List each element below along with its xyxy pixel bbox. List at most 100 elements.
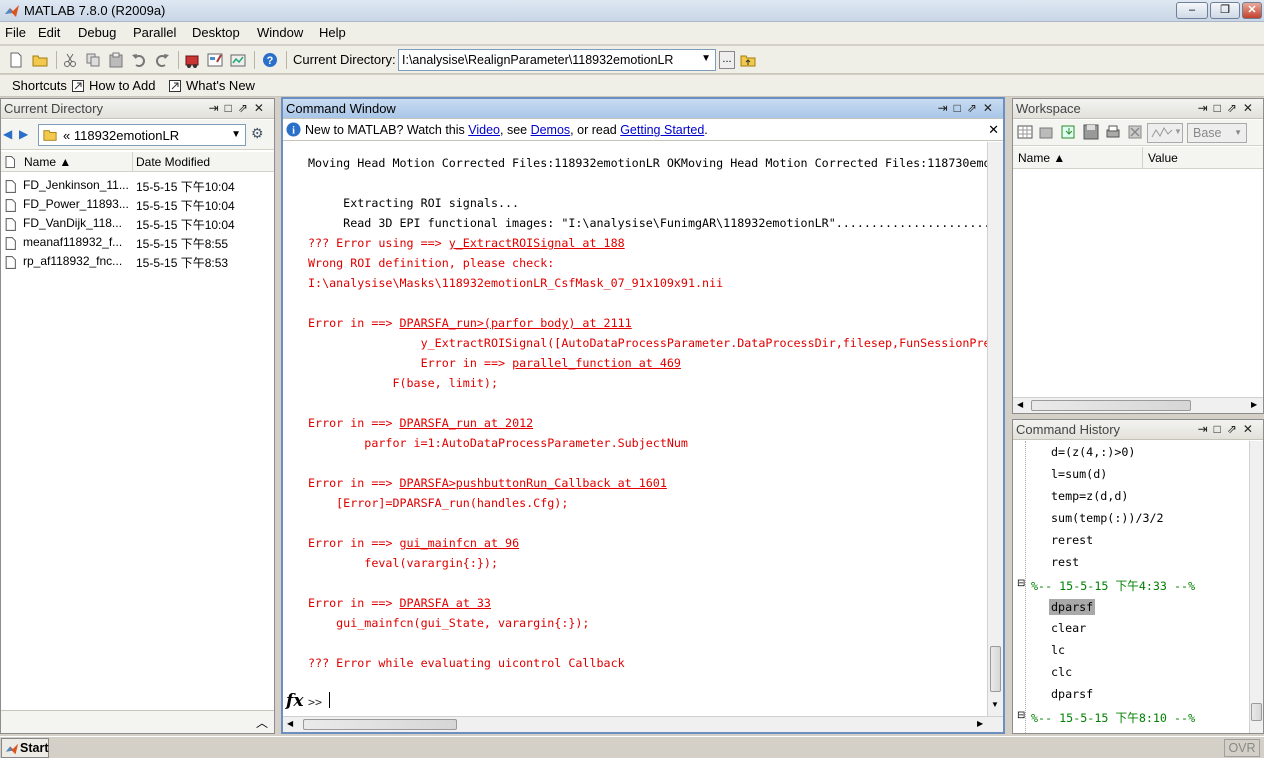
close-button[interactable]: ✕ xyxy=(1242,2,1262,19)
collapse-icon[interactable]: ⊟ xyxy=(1017,578,1025,589)
menu-help[interactable]: Help xyxy=(319,25,346,40)
error-link[interactable]: parallel_function at 469 xyxy=(512,356,681,370)
browse-button[interactable]: ... xyxy=(719,51,735,69)
menu-debug[interactable]: Debug xyxy=(78,25,116,40)
start-button[interactable]: Start xyxy=(1,738,49,758)
whats-new-link[interactable]: What's New xyxy=(186,78,255,93)
history-command[interactable]: dparsf xyxy=(1051,687,1093,701)
copy-icon[interactable] xyxy=(85,52,101,68)
error-link[interactable]: DPARSFA_run>(parfor body) at 2111 xyxy=(399,316,631,330)
history-command[interactable]: rerest xyxy=(1051,533,1093,547)
history-command[interactable]: d=(z(4,:)>0) xyxy=(1051,445,1135,459)
collapse-icon[interactable]: ⊟ xyxy=(1017,710,1025,721)
panel-controls[interactable]: ⇥□⇗✕ xyxy=(938,101,999,115)
up-folder-icon[interactable] xyxy=(740,52,756,68)
forward-arrow-icon[interactable]: ▶ xyxy=(19,127,28,141)
menu-parallel[interactable]: Parallel xyxy=(133,25,176,40)
horizontal-scrollbar[interactable]: ◀ ▶ xyxy=(283,716,1003,732)
minimize-button[interactable]: – xyxy=(1176,2,1208,19)
error-link[interactable]: DPARSFA at 33 xyxy=(399,596,490,610)
history-command[interactable]: temp=z(d,d) xyxy=(1051,489,1128,503)
dir-path-combo[interactable]: « 118932emotionLR ▼ xyxy=(38,124,246,146)
current-dir-combo[interactable]: I:\analysise\RealignParameter\118932emot… xyxy=(398,49,716,71)
line-text: gui_mainfcn(gui_State, varargin{:}); xyxy=(308,616,590,630)
file-name[interactable]: FD_Jenkinson_11... xyxy=(23,178,129,192)
scroll-right-icon[interactable]: ▶ xyxy=(977,719,983,728)
history-command[interactable]: clc xyxy=(1051,665,1072,679)
menu-file[interactable]: File xyxy=(5,25,26,40)
profiler-icon[interactable] xyxy=(230,52,246,68)
new-file-icon[interactable] xyxy=(8,52,24,68)
vertical-scrollbar[interactable] xyxy=(1249,441,1263,733)
error-link[interactable]: y_ExtractROISignal at 188 xyxy=(449,236,625,250)
history-command[interactable]: dparsf xyxy=(1049,599,1096,615)
history-command[interactable]: rest xyxy=(1051,555,1079,569)
column-date-modified[interactable]: Date Modified xyxy=(136,155,210,169)
open-folder-icon[interactable] xyxy=(32,52,48,68)
file-icon xyxy=(5,218,16,231)
scroll-down-icon[interactable]: ▼ xyxy=(991,700,999,709)
chevron-down-icon[interactable]: ▼ xyxy=(701,53,711,64)
column-value[interactable]: Value xyxy=(1148,151,1178,165)
panel-controls[interactable]: ⇥□⇗✕ xyxy=(1198,101,1259,115)
scroll-left-icon[interactable]: ◀ xyxy=(1017,400,1023,409)
restore-button[interactable]: ❐ xyxy=(1210,2,1240,19)
help-icon[interactable]: ? xyxy=(262,52,278,68)
shortcut-icon xyxy=(72,80,84,92)
scroll-right-icon[interactable]: ▶ xyxy=(1251,400,1257,409)
history-command[interactable]: l=sum(d) xyxy=(1051,467,1107,481)
getting-started-link[interactable]: Getting Started xyxy=(620,123,704,137)
gear-icon[interactable]: ⚙ xyxy=(251,125,264,142)
error-link[interactable]: gui_mainfcn at 96 xyxy=(399,536,519,550)
paste-icon[interactable] xyxy=(108,52,124,68)
redo-icon[interactable] xyxy=(154,52,170,68)
menu-desktop[interactable]: Desktop xyxy=(192,25,240,40)
save-workspace-icon[interactable] xyxy=(1083,124,1099,140)
delete-icon[interactable] xyxy=(1127,124,1143,140)
file-name[interactable]: meanaf118932_f... xyxy=(23,235,129,249)
close-icon[interactable]: ✕ xyxy=(988,122,999,138)
how-to-add-link[interactable]: How to Add xyxy=(89,78,156,93)
plot-selector[interactable]: ▼ xyxy=(1147,123,1183,143)
demos-link[interactable]: Demos xyxy=(531,123,571,137)
import-data-icon[interactable] xyxy=(1061,124,1077,140)
history-command[interactable]: sum(temp(:))/3/2 xyxy=(1051,511,1164,525)
back-arrow-icon[interactable]: ◀ xyxy=(3,127,12,141)
print-icon[interactable] xyxy=(1105,124,1121,140)
undo-icon[interactable] xyxy=(131,52,147,68)
scrollbar-thumb[interactable] xyxy=(990,646,1001,692)
panel-controls[interactable]: ⇥□⇗✕ xyxy=(209,101,270,115)
panel-controls[interactable]: ⇥□⇗✕ xyxy=(1198,422,1259,436)
error-link[interactable]: DPARSFA>pushbuttonRun_Callback at 1601 xyxy=(399,476,666,490)
column-name[interactable]: Name ▲ xyxy=(24,155,71,169)
error-link[interactable]: DPARSFA_run at 2012 xyxy=(399,416,533,430)
scrollbar-thumb[interactable] xyxy=(1031,400,1191,411)
vertical-scrollbar[interactable]: ▼ xyxy=(987,142,1003,716)
scrollbar-thumb[interactable] xyxy=(1251,703,1262,721)
scroll-left-icon[interactable]: ◀ xyxy=(287,719,293,728)
menu-window[interactable]: Window xyxy=(257,25,303,40)
history-list[interactable]: d=(z(4,:)>0) l=sum(d) temp=z(d,d) sum(temp(… xyxy=(1013,441,1249,733)
history-command[interactable]: clear xyxy=(1051,621,1086,635)
menu-edit[interactable]: Edit xyxy=(38,25,60,40)
column-name[interactable]: Name ▲ xyxy=(1018,151,1065,165)
new-variable-icon[interactable] xyxy=(1017,124,1033,140)
cut-icon[interactable] xyxy=(62,52,78,68)
file-name[interactable]: FD_VanDijk_118... xyxy=(23,216,129,230)
fx-icon[interactable]: fx xyxy=(286,691,303,711)
command-output[interactable]: Moving Head Motion Corrected Files:11893… xyxy=(283,142,987,716)
guide-icon[interactable] xyxy=(207,52,223,68)
chevron-up-icon[interactable]: ︿ xyxy=(256,714,268,731)
horizontal-scrollbar[interactable]: ◀ ▶ xyxy=(1013,397,1263,413)
open-variable-icon[interactable] xyxy=(1039,124,1055,140)
chevron-down-icon[interactable]: ▼ xyxy=(1174,127,1182,136)
simulink-icon[interactable] xyxy=(184,52,200,68)
chevron-down-icon[interactable]: ▼ xyxy=(1234,128,1242,137)
file-name[interactable]: FD_Power_11893... xyxy=(23,197,129,211)
history-command[interactable]: lc xyxy=(1051,643,1065,657)
chevron-down-icon[interactable]: ▼ xyxy=(231,129,241,140)
scrollbar-thumb[interactable] xyxy=(303,719,457,730)
video-link[interactable]: Video xyxy=(468,123,500,137)
stack-selector[interactable]: Base ▼ xyxy=(1187,123,1247,143)
file-name[interactable]: rp_af118932_fnc... xyxy=(23,254,129,268)
